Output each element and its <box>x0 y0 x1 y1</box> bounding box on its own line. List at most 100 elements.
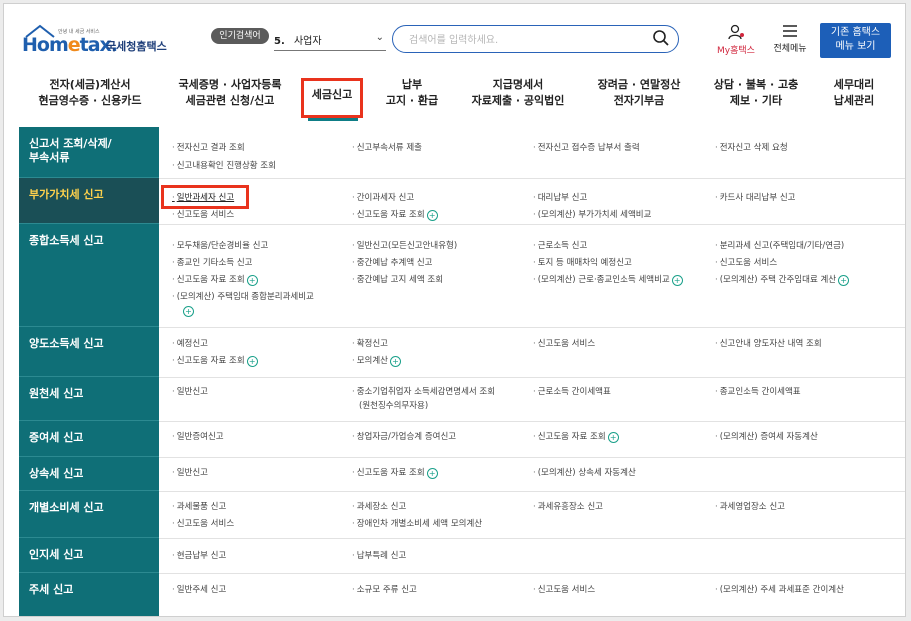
plus-icon: + <box>389 356 401 367</box>
active-tab-highlight-box <box>301 78 363 118</box>
menu-link[interactable]: 근로소득 간이세액표 <box>533 385 611 397</box>
rank-keyword: 사업자 <box>293 36 322 47</box>
menu-link[interactable]: (모의계산) 근로·종교인소득 세액비교+ <box>533 273 683 286</box>
menu-link[interactable]: 확정신고 <box>352 337 388 349</box>
menu-link[interactable]: (모의계산) 상속세 자동계산 <box>533 466 636 478</box>
menu-link[interactable]: 소규모 주류 신고 <box>352 583 417 595</box>
logo-wordmark: Hometax. <box>22 34 118 56</box>
hometax-logo[interactable]: 안녕 내 세금 서비스 Hometax. 국세청홈택스 <box>22 24 172 60</box>
menu-link[interactable]: 전자신고 삭제 요청 <box>715 141 788 153</box>
menu-link[interactable]: (모의계산) 주택 간주임대료 계산+ <box>715 273 850 286</box>
menu-link[interactable]: 신고도움 자료 조회+ <box>533 430 619 443</box>
row-stamp-tax: 인지세 신고 현금납부 신고 납부특례 신고 <box>19 538 905 574</box>
row-header: 상속세 신고 <box>19 457 159 491</box>
menu-link[interactable]: 과세유흥장소 신고 <box>533 500 603 512</box>
menu-link[interactable]: 납부특례 신고 <box>352 549 407 561</box>
row-excise-tax: 개별소비세 신고 과세물품 신고 과세장소 신고 과세유흥장소 신고 과세영업장… <box>19 491 905 539</box>
search-input[interactable] <box>407 31 641 49</box>
legacy-menu-button[interactable]: 기존 홈택스 메뉴 보기 <box>820 23 891 58</box>
menu-link[interactable]: 전자신고 접수증 납부서 출력 <box>533 141 640 153</box>
row-header: 양도소득세 신고 <box>19 327 159 377</box>
menu-link[interactable]: 현금납부 신고 <box>172 549 227 561</box>
row-header-selected: 부가가치세 신고 <box>19 178 159 224</box>
menu-link[interactable]: 과세물품 신고 <box>172 500 227 512</box>
menu-link[interactable]: 신고부속서류 제출 <box>352 141 422 153</box>
menu-link[interactable]: 신고도움 서비스 <box>533 583 595 595</box>
hamburger-icon <box>783 25 797 37</box>
menu-link[interactable]: 대리납부 신고 <box>533 191 588 203</box>
menu-link[interactable]: 일반증여신고 <box>172 430 224 442</box>
active-highlight <box>4 77 905 123</box>
plus-icon: + <box>246 356 258 367</box>
menu-link[interactable]: 신고안내 양도자산 내역 조회 <box>715 337 822 349</box>
plus-icon: + <box>246 275 258 286</box>
menu-link[interactable]: 신고도움 서비스 <box>172 208 234 220</box>
page-frame: 안녕 내 세금 서비스 Hometax. 국세청홈택스 인기검색어 5. 사업자… <box>3 3 906 617</box>
legacy-menu-line2: 메뉴 보기 <box>835 41 876 52</box>
plus-icon[interactable]: + <box>183 306 194 317</box>
active-underline <box>308 118 358 121</box>
row-header: 인지세 신고 <box>19 538 159 573</box>
row-withholding: 원천세 신고 일반신고 중소기업취업자 소득세감면명세서 조회 (원천징수의무자… <box>19 377 905 422</box>
chevron-down-icon: ⌄ <box>375 32 384 43</box>
row-header: 개별소비세 신고 <box>19 491 159 538</box>
user-icon <box>728 24 744 40</box>
row-gift-tax: 증여세 신고 일반증여신고 창업자금/가업승계 증여신고 신고도움 자료 조회+… <box>19 421 905 458</box>
menu-link[interactable]: 종교인 기타소득 신고 <box>172 256 253 268</box>
menu-link[interactable]: 창업자금/가업승계 증여신고 <box>352 430 456 442</box>
menu-link[interactable]: 신고도움 자료 조회+ <box>352 466 438 479</box>
menu-link[interactable]: 신고내용확인 진행상황 조회 <box>172 159 276 171</box>
menu-link[interactable]: 분리과세 신고(주택임대/기타/연금) <box>715 239 845 251</box>
menu-link[interactable]: 신고도움 자료 조회+ <box>352 208 438 221</box>
menu-link[interactable]: (모의계산) 주세 과세표준 간이계산 <box>715 583 844 595</box>
row-liquor-tax: 주세 신고 일반주세 신고 소규모 주류 신고 신고도움 서비스 (모의계산) … <box>19 573 905 616</box>
menu-link[interactable]: 일반신고 <box>172 466 208 478</box>
menu-link[interactable]: 전자신고 결과 조회 <box>172 141 245 153</box>
menu-link[interactable]: 중간예납 추계액 신고 <box>352 256 433 268</box>
row-inheritance-tax: 상속세 신고 일반신고 신고도움 자료 조회+ (모의계산) 상속세 자동계산 <box>19 457 905 492</box>
selected-item-highlight-box <box>161 185 249 209</box>
plus-icon: + <box>607 432 619 443</box>
menu-link[interactable]: 신고도움 자료 조회+ <box>172 354 258 367</box>
menu-link[interactable]: 근로소득 신고 <box>533 239 588 251</box>
menu-link[interactable]: 간이과세자 신고 <box>352 191 414 203</box>
menu-link[interactable]: (모의계산) 부가가치세 세액비교 <box>533 208 652 220</box>
menu-link[interactable]: (모의계산) 주택임대 종합분리과세비교 <box>172 290 314 302</box>
row-capital-gains: 양도소득세 신고 예정신고 확정신고 신고도움 서비스 신고안내 양도자산 내역… <box>19 327 905 378</box>
plus-icon: + <box>671 275 683 286</box>
row-header: 주세 신고 <box>19 573 159 616</box>
menu-link[interactable]: 카드사 대리납부 신고 <box>715 191 796 203</box>
menu-link[interactable]: 토지 등 매매차익 예정신고 <box>533 256 632 268</box>
plus-icon: + <box>426 210 438 221</box>
menu-link[interactable]: 모의계산+ <box>352 354 401 367</box>
menu-link[interactable]: 장애인차 개별소비세 세액 모의계산 <box>352 517 482 529</box>
popular-search-dropdown[interactable]: 5. 사업자 ⌄ <box>274 32 386 51</box>
menu-link[interactable]: 신고도움 서비스 <box>172 517 234 529</box>
menu-link[interactable]: (모의계산) 증여세 자동계산 <box>715 430 818 442</box>
menu-link[interactable]: 신고도움 자료 조회+ <box>172 273 258 286</box>
row-vat: 부가가치세 신고 일반과세자 신고 간이과세자 신고 대리납부 신고 카드사 대… <box>19 178 905 225</box>
legacy-menu-line1: 기존 홈택스 <box>830 27 881 38</box>
menu-link[interactable]: 신고도움 서비스 <box>715 256 777 268</box>
menu-link[interactable]: 일반신고 <box>172 385 208 397</box>
menu-link[interactable]: 종교인소득 간이세액표 <box>715 385 801 397</box>
rank-number: 5. <box>274 36 285 47</box>
menu-link[interactable]: 일반신고(모든신고안내유형) <box>352 239 457 251</box>
menu-link[interactable]: 과세장소 신고 <box>352 500 407 512</box>
my-hometax-button[interactable]: My홈택스 <box>710 24 762 56</box>
menu-link[interactable]: 모두채움/단순경비율 신고 <box>172 239 269 251</box>
all-menu-button[interactable]: 전체메뉴 <box>767 24 813 54</box>
menu-link[interactable]: 중간예납 고지 세액 조회 <box>352 273 443 285</box>
row-header: 원천세 신고 <box>19 377 159 421</box>
menu-link[interactable]: 과세영업장소 신고 <box>715 500 785 512</box>
plus-icon: + <box>838 275 850 286</box>
menu-link-subtext: (원천징수의무자용) <box>359 401 429 411</box>
search-icon[interactable] <box>652 29 670 47</box>
row-return-inquiry: 신고서 조회/삭제/부속서류 전자신고 결과 조회 신고부속서류 제출 전자신고… <box>19 127 905 179</box>
menu-link[interactable]: 중소기업취업자 소득세감면명세서 조회 <box>352 385 495 397</box>
menu-link[interactable]: 예정신고 <box>172 337 208 349</box>
plus-icon: + <box>426 468 438 479</box>
all-menu-label: 전체메뉴 <box>773 44 807 54</box>
menu-link[interactable]: 일반주세 신고 <box>172 583 227 595</box>
menu-link[interactable]: 신고도움 서비스 <box>533 337 595 349</box>
